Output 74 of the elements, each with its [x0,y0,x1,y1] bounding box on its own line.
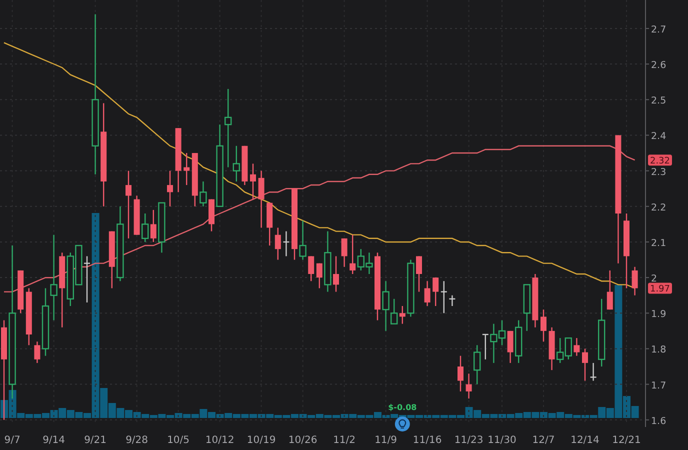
earnings-value: $-0.08 [388,403,417,412]
axis-tick-label: 2 [651,274,658,285]
axis-tick-label: 2.4 [651,131,666,142]
candlestick [192,153,198,206]
candlestick [184,153,190,186]
candlestick [532,274,538,328]
candlestick [175,128,182,192]
candlestick [292,188,298,260]
candlestick [540,310,546,342]
candlestick [167,170,173,206]
axis-tick-label: 10/26 [288,435,318,446]
candlestick [341,238,348,267]
axis-tick-label: 1.7 [651,380,666,392]
axis-tick-label: 2.2 [651,202,666,214]
candlestick [333,256,339,292]
axis-tick-label: 12/21 [612,435,641,446]
candlestick [324,231,332,292]
candlestick [200,181,207,206]
candlestick [108,231,115,288]
candlestick [134,196,140,235]
candlestick [208,199,214,232]
candlestick [632,266,638,296]
candlestick [407,260,414,317]
candlestick [440,281,447,314]
price-tag: 1.97 [648,282,672,295]
candlestick [84,256,90,302]
axis-tick-label: 9/14 [42,435,66,446]
axis-tick-label: 10/19 [246,435,276,446]
candlestick [158,202,166,253]
candlestick [590,362,596,381]
candlestick [308,256,314,282]
axis-tick-label: 2.3 [651,166,666,178]
axis-tick-label: 2.7 [651,24,666,36]
candlestick [266,202,273,246]
axis-tick-label: 11/23 [454,435,484,446]
candlestick [283,231,290,256]
axis-tick-label: 9/21 [84,435,107,446]
axis-tick-label: 10/5 [167,435,190,446]
candlestick [458,356,464,392]
candlestick [258,170,264,228]
axis-tick-label: 10/12 [205,435,234,446]
axis-tick-label: 11/16 [412,435,442,446]
axis-tick-label: 11/9 [374,435,398,446]
candlestick [126,170,132,238]
axis-tick-label: 12/7 [532,435,555,446]
axis-tick-label: 2.1 [651,238,666,249]
axis-tick-label: 12/14 [570,435,600,446]
candlestick [316,263,322,288]
axis-tick-label: 1.6 [651,416,666,427]
axis-tick-label: 1.9 [651,309,666,320]
axis-tick-label: 9/28 [126,435,148,446]
price-tag: 2.32 [648,154,672,166]
candlestick [242,146,248,186]
candlestick [250,164,256,200]
axis-tick-label: 9/7 [4,435,20,446]
candlestick [374,252,380,320]
candlestick [432,278,439,306]
axis-tick-label: 2.5 [651,96,666,107]
lightbulb-icon[interactable] [394,416,410,432]
candlestick [582,348,588,381]
candlestick [18,270,24,314]
candlestick [466,374,472,399]
axis-tick-label: 11/30 [488,435,516,446]
candlestick [299,220,306,260]
candlestick [548,327,555,370]
axis-tick-label: 11/2 [333,435,356,446]
candlestick [416,256,422,292]
axis-tick-label: 1.8 [651,344,666,356]
candlestick [424,281,430,306]
candlestick [274,228,281,260]
candlestick [26,288,32,346]
candlestick [449,295,456,306]
candlestick [574,338,580,356]
axis-tick-label: 2.6 [651,60,666,72]
